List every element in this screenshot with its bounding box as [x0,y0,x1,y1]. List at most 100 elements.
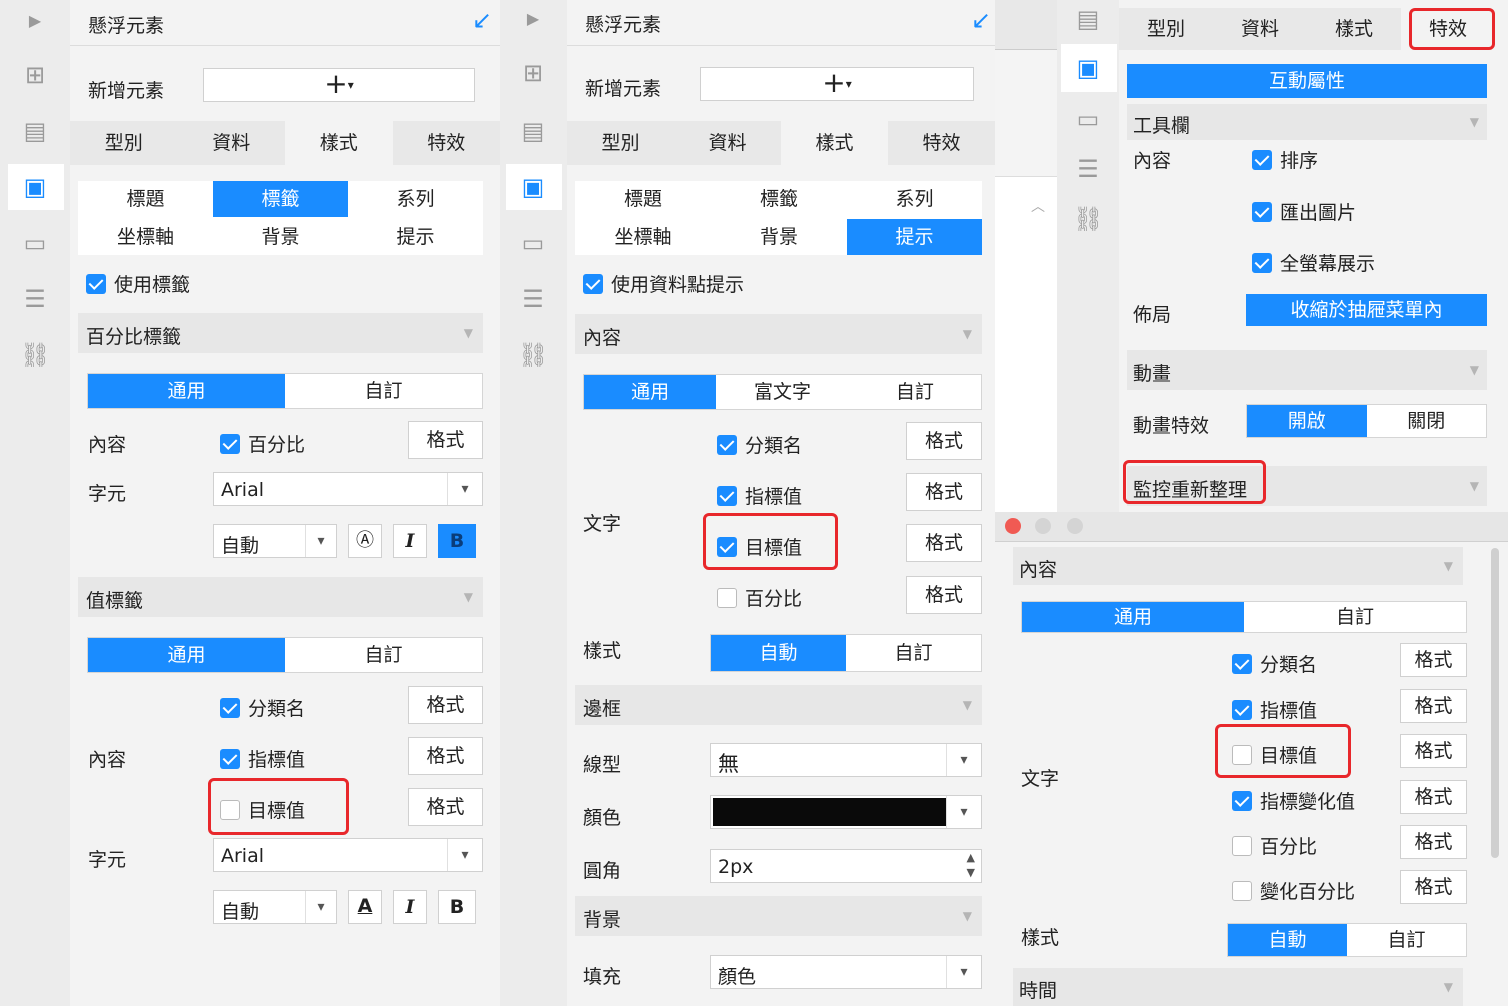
seg-custom[interactable]: 自訂 [846,635,981,671]
format-button[interactable]: 格式 [906,524,982,562]
seg-common[interactable]: 通用 [584,375,717,409]
category-checkbox[interactable]: 分類名 [717,431,802,458]
format-button[interactable]: 格式 [906,473,982,511]
list-widget-icon[interactable]: ☰ [1073,154,1103,184]
indicator-checkbox[interactable]: 指標值 [717,482,802,509]
layout-select[interactable]: 收縮於抽屜菜單內 [1246,294,1487,326]
tab-data[interactable]: 資料 [674,121,781,165]
format-button[interactable]: 格式 [408,686,483,724]
font-select[interactable]: Arial ▾ [213,472,483,506]
subtab-label[interactable]: 標籤 [711,181,847,217]
link-icon[interactable]: ⛓ [518,340,548,370]
format-button[interactable]: 格式 [408,421,483,459]
line-type-select[interactable]: 無 ▾ [710,743,982,777]
tab-effect[interactable]: 特效 [393,121,501,165]
dropdown-widget-icon[interactable]: ▭ [518,228,548,258]
border-section[interactable]: 邊框 ▼ [575,685,982,725]
italic-button[interactable]: I [393,524,427,558]
list-widget-icon[interactable]: ☰ [20,284,50,314]
stepper-arrows-icon[interactable]: ▲ ▼ [967,850,975,880]
font-color-button[interactable]: A [348,890,382,924]
seg-custom[interactable]: 自訂 [285,374,482,408]
subtab-title[interactable]: 標題 [78,181,213,217]
value-label-section[interactable]: 值標籤 ▼ [78,577,483,617]
table-info-icon[interactable]: ▤ [1073,4,1103,34]
tab-effect[interactable]: 特效 [888,121,995,165]
dashboard-layout-icon[interactable]: ⊞ [518,58,548,88]
seg-richtext[interactable]: 富文字 [716,375,848,409]
animation-section[interactable]: 動畫 ▼ [1127,350,1487,390]
category-checkbox[interactable]: 分類名 [220,694,305,721]
add-element-button[interactable]: +▾ [203,68,475,102]
checkbox-checked[interactable] [86,274,106,294]
list-widget-icon[interactable]: ☰ [518,284,548,314]
dashboard-layout-icon[interactable]: ⊞ [20,60,50,90]
radius-stepper[interactable]: 2px ▲ ▼ [710,849,982,883]
font-color-button[interactable]: Ⓐ [348,524,382,558]
format-button[interactable]: 格式 [906,422,982,460]
format-button[interactable]: 格式 [1400,870,1467,904]
background-section[interactable]: 背景 ▼ [575,896,982,936]
content-section[interactable]: 內容 ▼ [575,314,982,354]
subtab-tooltip[interactable]: 提示 [348,219,483,255]
indicator-change-checkbox[interactable]: 指標變化值 [1232,787,1355,814]
seg-common[interactable]: 通用 [88,374,285,408]
tab-style[interactable]: 樣式 [1307,8,1401,50]
format-button[interactable]: 格式 [408,737,483,775]
size-select[interactable]: 自動 ▾ [213,890,337,924]
dropdown-widget-icon[interactable]: ▭ [1073,104,1103,134]
seg-common[interactable]: 通用 [1022,602,1244,632]
seg-custom[interactable]: 自訂 [1244,602,1466,632]
tab-type[interactable]: 型別 [70,121,178,165]
float-element-icon[interactable]: ▣ [518,172,548,202]
tab-type[interactable]: 型別 [1119,8,1213,50]
subtab-title[interactable]: 標題 [575,181,711,217]
sort-checkbox[interactable]: 排序 [1252,146,1318,173]
minimize-dot-icon[interactable] [1035,518,1051,534]
subtab-label[interactable]: 標籤 [213,181,348,217]
seg-common[interactable]: 通用 [88,638,285,672]
format-button[interactable]: 格式 [408,788,483,826]
seg-custom[interactable]: 自訂 [849,375,981,409]
expand-arrow-icon[interactable]: ▶ [518,4,548,34]
close-dot-icon[interactable] [1005,518,1021,534]
subtab-background[interactable]: 背景 [213,219,348,255]
collapse-arrow-icon[interactable]: ↙ [472,6,492,34]
scroll-up-icon[interactable]: ︿ [1031,196,1045,216]
tab-data[interactable]: 資料 [178,121,286,165]
fill-select[interactable]: 顏色 ▾ [710,955,982,989]
float-element-icon[interactable]: ▣ [1073,53,1103,83]
seg-auto[interactable]: 自動 [711,635,846,671]
tab-style[interactable]: 樣式 [285,121,393,165]
collapse-arrow-icon[interactable]: ↙ [971,6,991,34]
expand-arrow-icon[interactable]: ▶ [20,6,50,36]
font-select[interactable]: Arial ▾ [213,838,483,872]
bold-button[interactable]: B [438,890,476,924]
format-button[interactable]: 格式 [1400,825,1467,859]
subtab-background[interactable]: 背景 [711,219,847,255]
bold-button[interactable]: B [438,524,476,558]
add-element-button[interactable]: +▾ [700,67,974,101]
subtab-axis[interactable]: 坐標軸 [575,219,711,255]
indicator-checkbox[interactable]: 指標值 [220,745,305,772]
change-percent-checkbox[interactable]: 變化百分比 [1232,877,1355,904]
subtab-series[interactable]: 系列 [348,181,483,217]
percent-checkbox[interactable]: 百分比 [220,430,305,457]
format-button[interactable]: 格式 [1400,780,1467,814]
seg-custom[interactable]: 自訂 [1347,924,1466,956]
border-color-picker[interactable]: ▾ [710,795,982,829]
float-element-icon[interactable]: ▣ [20,172,50,202]
fullscreen-checkbox[interactable]: 全螢幕展示 [1252,249,1375,276]
use-label-checkbox[interactable]: 使用標籤 [86,270,190,297]
format-button[interactable]: 格式 [1400,689,1467,723]
interaction-attr-bar[interactable]: 互動屬性 [1127,64,1487,98]
content-section[interactable]: 內容 ▼ [1013,547,1463,585]
link-icon[interactable]: ⛓ [1073,204,1103,234]
seg-off[interactable]: 關閉 [1367,405,1487,437]
seg-auto[interactable]: 自動 [1228,924,1347,956]
table-info-icon[interactable]: ▤ [518,116,548,146]
time-section[interactable]: 時間 ▼ [1013,968,1463,1006]
subtab-series[interactable]: 系列 [847,181,982,217]
tab-style[interactable]: 樣式 [781,121,888,165]
percent-checkbox[interactable]: 百分比 [717,584,802,611]
